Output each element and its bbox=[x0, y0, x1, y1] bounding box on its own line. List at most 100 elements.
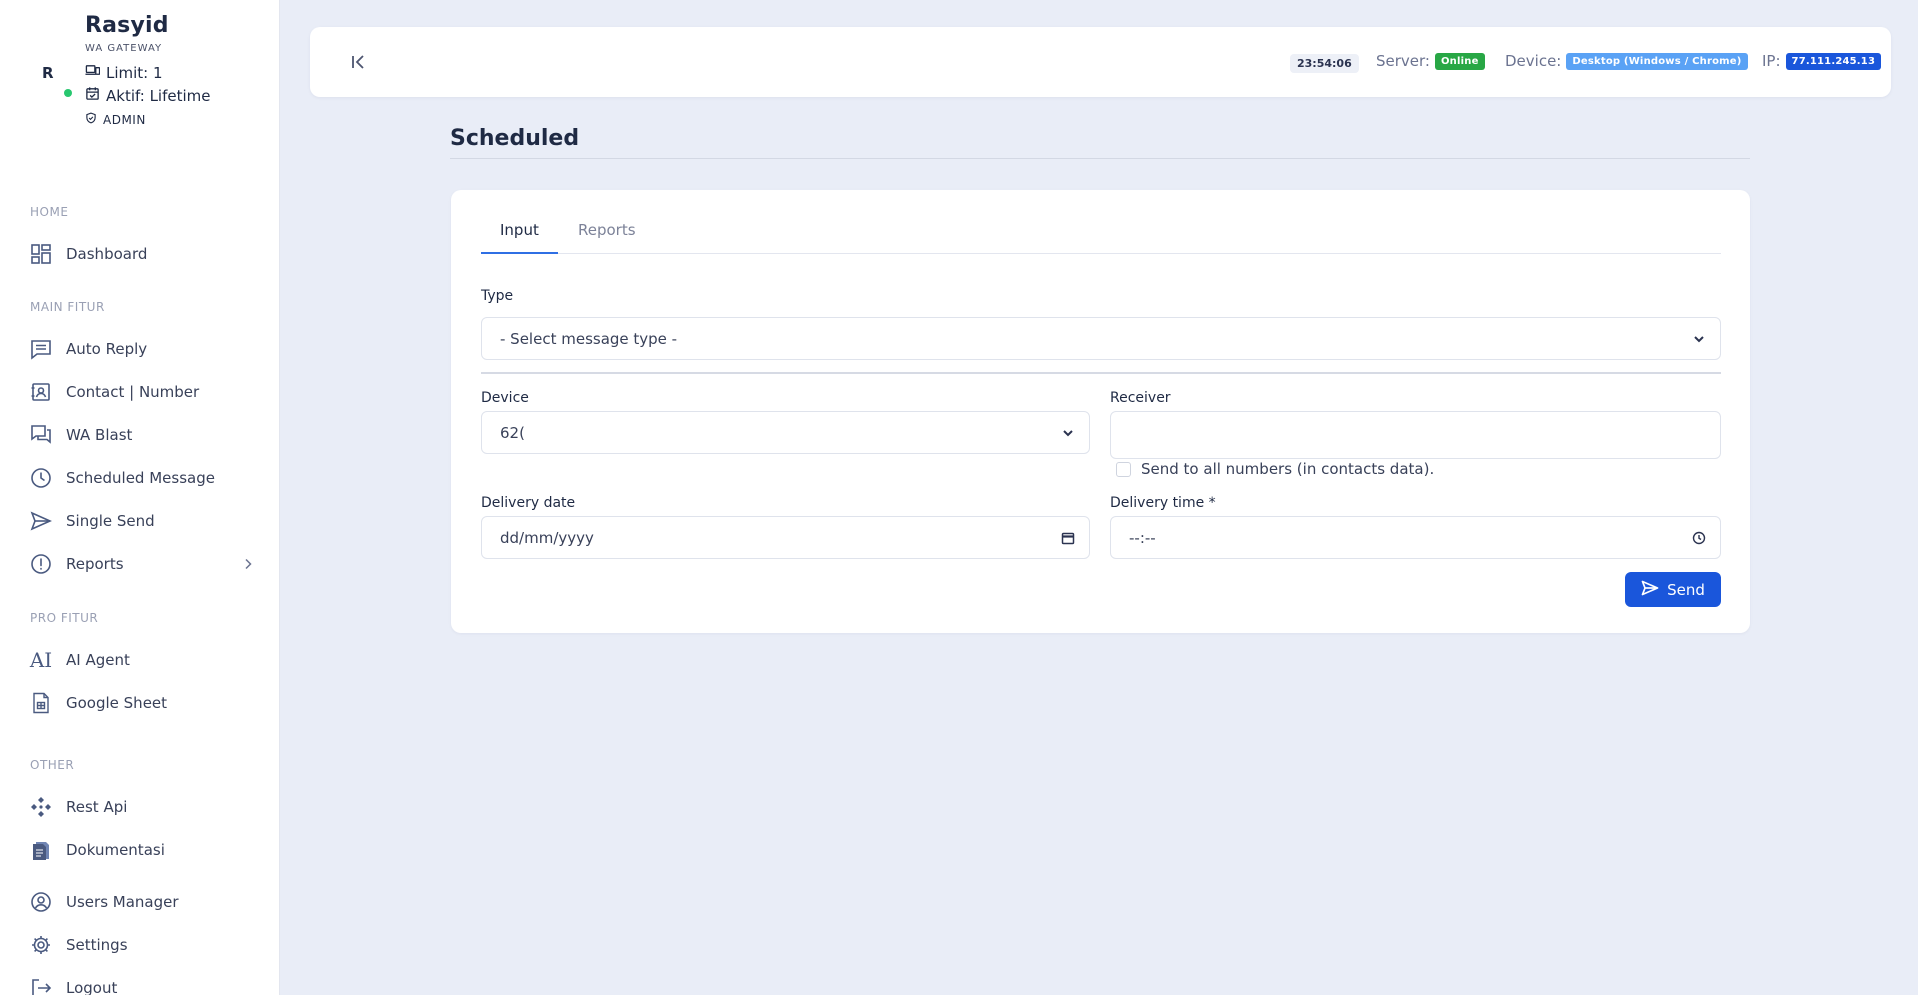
profile-limit-text: Limit: 1 bbox=[106, 63, 163, 82]
device-badge: Desktop (Windows / Chrome) bbox=[1566, 52, 1748, 70]
collapse-sidebar-icon[interactable] bbox=[348, 51, 370, 73]
calendar-icon[interactable] bbox=[1061, 531, 1075, 545]
section-divider bbox=[481, 372, 1721, 374]
sidebar-item-dashboard[interactable]: Dashboard bbox=[30, 239, 255, 269]
send-icon bbox=[30, 510, 52, 532]
ip-label: IP: bbox=[1762, 52, 1781, 70]
sidebar-item-label: Dashboard bbox=[66, 245, 148, 263]
logout-icon bbox=[30, 977, 52, 995]
delivery-date-label: Delivery date bbox=[481, 495, 576, 511]
title-divider bbox=[450, 158, 1750, 159]
send-button-label: Send bbox=[1667, 580, 1705, 599]
sidebar-item-ai-agent[interactable]: AI AI Agent bbox=[30, 645, 255, 675]
avatar[interactable]: R bbox=[42, 64, 54, 82]
delivery-time-placeholder: --:-- bbox=[1129, 528, 1156, 547]
profile-role-text: ADMIN bbox=[103, 112, 146, 127]
tab-bar: Input Reports bbox=[481, 218, 1721, 254]
sidebar-item-auto-reply[interactable]: Auto Reply bbox=[30, 334, 255, 364]
documents-icon bbox=[30, 839, 52, 861]
page-title: Scheduled bbox=[450, 126, 580, 151]
clock-time: 23:54:06 bbox=[1290, 54, 1359, 73]
sidebar-item-contact[interactable]: Contact | Number bbox=[30, 377, 255, 407]
sidebar-item-label: Reports bbox=[66, 555, 124, 573]
delivery-date-input[interactable]: dd/mm/yyyy bbox=[481, 516, 1090, 559]
receiver-label: Receiver bbox=[1110, 390, 1171, 406]
section-home: HOME bbox=[30, 205, 69, 219]
ip-info: IP: 77.111.245.13 bbox=[1762, 52, 1882, 70]
message-lines-icon bbox=[30, 338, 52, 360]
sidebar-item-label: Google Sheet bbox=[66, 694, 168, 712]
scheduled-form-card: Input Reports Type - Select message type… bbox=[451, 190, 1750, 633]
server-status: Server: Online bbox=[1376, 52, 1485, 70]
device-select-value: 62( bbox=[500, 423, 525, 442]
user-circle-icon bbox=[30, 891, 52, 913]
send-all-label: Send to all numbers (in contacts data). bbox=[1141, 460, 1435, 478]
chevron-right-icon[interactable] bbox=[241, 557, 255, 571]
dashboard-icon bbox=[30, 243, 52, 265]
section-pro: PRO FITUR bbox=[30, 611, 99, 625]
sidebar-item-label: Settings bbox=[66, 936, 128, 954]
section-main: MAIN FITUR bbox=[30, 300, 105, 314]
section-other: OTHER bbox=[30, 758, 75, 772]
device-info: Device: Desktop (Windows / Chrome) bbox=[1505, 52, 1748, 70]
api-nodes-icon bbox=[30, 796, 52, 818]
sidebar-item-label: Rest Api bbox=[66, 798, 128, 816]
alert-circle-icon bbox=[30, 553, 52, 575]
sidebar: R Rasyid WA GATEWAY Limit: 1 Aktif: Life… bbox=[0, 0, 280, 995]
delivery-time-label: Delivery time * bbox=[1110, 495, 1216, 511]
type-label: Type bbox=[481, 288, 514, 304]
send-icon bbox=[1641, 579, 1659, 601]
chevron-down-icon bbox=[1692, 332, 1706, 346]
contact-card-icon bbox=[30, 381, 52, 403]
online-status-dot bbox=[64, 89, 72, 97]
ai-text-icon: AI bbox=[29, 648, 53, 672]
sidebar-item-scheduled-message[interactable]: Scheduled Message bbox=[30, 463, 255, 493]
profile-role: ADMIN bbox=[85, 112, 146, 127]
server-status-badge: Online bbox=[1434, 52, 1485, 70]
shield-check-icon bbox=[85, 112, 97, 127]
profile-block: R Rasyid WA GATEWAY Limit: 1 Aktif: Life… bbox=[0, 0, 279, 140]
profile-aktif-text: Aktif: Lifetime bbox=[106, 86, 211, 105]
sidebar-item-logout[interactable]: Logout bbox=[30, 973, 255, 995]
send-button[interactable]: Send bbox=[1625, 572, 1721, 607]
sidebar-item-label: Contact | Number bbox=[66, 383, 200, 401]
sidebar-item-google-sheet[interactable]: Google Sheet bbox=[30, 688, 255, 718]
profile-subtitle: WA GATEWAY bbox=[85, 43, 163, 54]
send-all-row: Send to all numbers (in contacts data). bbox=[1116, 460, 1434, 478]
sidebar-item-reports[interactable]: Reports bbox=[30, 549, 255, 579]
gear-icon bbox=[30, 934, 52, 956]
tab-reports[interactable]: Reports bbox=[559, 218, 655, 254]
send-all-checkbox[interactable] bbox=[1116, 461, 1131, 477]
receiver-input[interactable] bbox=[1110, 411, 1721, 459]
sidebar-item-settings[interactable]: Settings bbox=[30, 930, 255, 960]
message-type-select[interactable]: - Select message type - bbox=[481, 317, 1721, 360]
spreadsheet-file-icon bbox=[30, 692, 52, 714]
message-type-value: - Select message type - bbox=[500, 329, 678, 348]
tab-input[interactable]: Input bbox=[481, 218, 558, 254]
chevron-down-icon bbox=[1061, 426, 1075, 440]
device-select[interactable]: 62( bbox=[481, 411, 1090, 454]
delivery-date-placeholder: dd/mm/yyyy bbox=[500, 528, 594, 547]
server-label: Server: bbox=[1376, 52, 1430, 70]
sidebar-item-users-manager[interactable]: Users Manager bbox=[30, 887, 255, 917]
sidebar-item-label: Dokumentasi bbox=[66, 841, 165, 859]
clock-icon[interactable] bbox=[1692, 531, 1706, 545]
clock-icon bbox=[30, 467, 52, 489]
ip-badge: 77.111.245.13 bbox=[1785, 52, 1882, 70]
sidebar-item-rest-api[interactable]: Rest Api bbox=[30, 792, 255, 822]
sidebar-item-wa-blast[interactable]: WA Blast bbox=[30, 420, 255, 450]
sidebar-item-dokumentasi[interactable]: Dokumentasi bbox=[30, 835, 255, 865]
sidebar-item-label: AI Agent bbox=[66, 651, 130, 669]
delivery-time-input[interactable]: --:-- bbox=[1110, 516, 1721, 559]
profile-name: Rasyid bbox=[85, 13, 169, 38]
sidebar-item-label: Scheduled Message bbox=[66, 469, 215, 487]
sidebar-item-label: WA Blast bbox=[66, 426, 133, 444]
calendar-check-icon bbox=[85, 86, 100, 105]
device-label: Device bbox=[481, 390, 529, 406]
devices-icon bbox=[85, 63, 101, 82]
device-label: Device: bbox=[1505, 52, 1562, 70]
profile-aktif: Aktif: Lifetime bbox=[85, 86, 211, 105]
sidebar-item-label: Users Manager bbox=[66, 893, 179, 911]
sidebar-item-single-send[interactable]: Single Send bbox=[30, 506, 255, 536]
sidebar-item-label: Single Send bbox=[66, 512, 155, 530]
